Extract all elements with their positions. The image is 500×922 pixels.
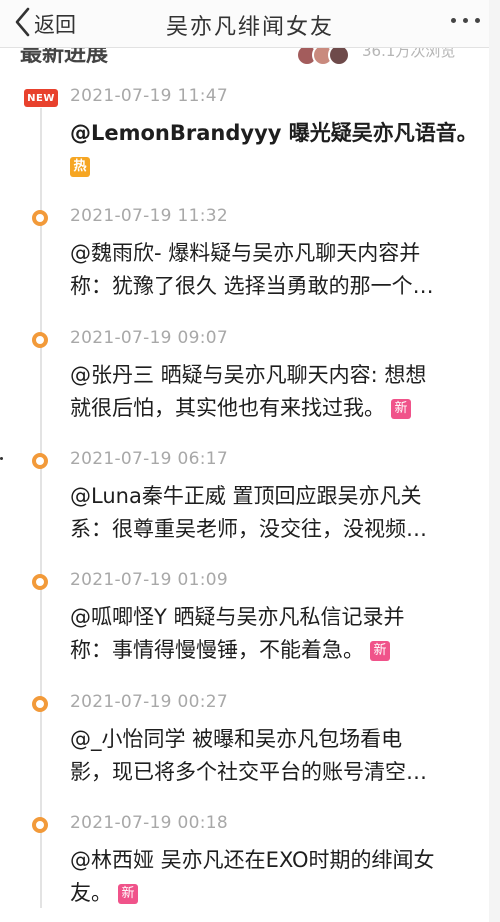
headline-text: @Luna秦牛正威 置顶回应跟吴亦凡关 [70,484,422,508]
avatar-group [296,48,350,66]
new-badge: NEW [24,89,58,107]
edge-mark [0,457,3,460]
new-tag: 新 [370,641,390,661]
item-headline[interactable]: @_小怡同学 被曝和吴亦凡包场看电 影，现已将多个社交平台的账号清空… [70,723,475,789]
more-options-icon[interactable] [451,18,480,23]
page-title: 吴亦凡绯闻女友 [165,15,334,40]
headline-text: 影，现已将多个社交平台的账号清空… [70,760,427,784]
item-headline[interactable]: @魏雨欣- 爆料疑与吴亦凡聊天内容并 称：犹豫了很久 选择当勇敢的那一个… [70,237,475,303]
new-tag: 新 [391,399,411,419]
item-timestamp: 2021-07-19 11:47 [70,86,228,106]
new-tag: 新 [118,884,138,904]
headline-text: @林西娅 吴亦凡还在EXO时期的绯闻女 [70,848,435,872]
headline-line: @林西娅 吴亦凡还在EXO时期的绯闻女 [70,844,475,877]
headline-line: 友。新 [70,877,475,910]
headline-text: 称：事情得慢慢锤，不能着急。 [70,638,364,662]
view-count: 36.1万次浏览 [362,48,456,60]
headline-text: @魏雨欣- 爆料疑与吴亦凡聊天内容并 [70,241,421,265]
timeline-dot-icon [32,696,48,712]
item-headline[interactable]: @呱唧怪Y 晒疑与吴亦凡私信记录并 称：事情得慢慢锤，不能着急。新 [70,601,475,667]
timeline-dot-icon [32,574,48,590]
headline-line: 影，现已将多个社交平台的账号清空… [70,756,475,789]
timeline-dot-icon [32,332,48,348]
headline-line: 就很后怕，其实他也有来找过我。新 [70,392,475,425]
headline-text: 称：犹豫了很久 选择当勇敢的那一个… [70,274,434,298]
headline-line: 称：犹豫了很久 选择当勇敢的那一个… [70,270,475,303]
headline-text: @_小怡同学 被曝和吴亦凡包场看电 [70,727,403,751]
item-timestamp: 2021-07-19 09:07 [70,328,228,348]
section-title: 最新进展 [20,48,109,67]
headline-line: 系：很尊重吴老师，没交往，没视频… [70,513,475,546]
headline-text: @LemonBrandyyy 曝光疑吴亦凡语音。 [70,121,475,145]
item-headline[interactable]: @Luna秦牛正威 置顶回应跟吴亦凡关 系：很尊重吴老师，没交往，没视频… [70,480,475,546]
item-headline[interactable]: @林西娅 吴亦凡还在EXO时期的绯闻女 友。新 [70,844,475,910]
headline-text: 系：很尊重吴老师，没交往，没视频… [70,517,427,541]
item-timestamp: 2021-07-19 00:18 [70,813,228,833]
hot-tag: 热 [70,157,90,177]
item-timestamp: 2021-07-19 06:17 [70,449,228,469]
headline-text: 就很后怕，其实他也有来找过我。 [70,396,385,420]
avatar [328,48,350,66]
tag-line: 热 [70,150,475,183]
section-header: 最新进展 36.1万次浏览 [0,48,500,68]
item-headline[interactable]: @LemonBrandyyy 曝光疑吴亦凡语音。热 [70,117,475,183]
page-edge [489,0,500,922]
headline-line: @魏雨欣- 爆料疑与吴亦凡聊天内容并 [70,237,475,270]
timeline-dot-icon [32,817,48,833]
headline-text: @呱唧怪Y 晒疑与吴亦凡私信记录并 [70,605,405,629]
item-timestamp: 2021-07-19 01:09 [70,570,228,590]
headline-line: @LemonBrandyyy 曝光疑吴亦凡语音。 [70,117,475,150]
timeline-line [40,108,42,908]
headline-line: @张丹三 晒疑与吴亦凡聊天内容: 想想 [70,359,475,392]
timeline-dot-icon [32,453,48,469]
item-timestamp: 2021-07-19 00:27 [70,692,228,712]
item-timestamp: 2021-07-19 11:32 [70,206,228,226]
item-headline[interactable]: @张丹三 晒疑与吴亦凡聊天内容: 想想 就很后怕，其实他也有来找过我。新 [70,359,475,425]
top-nav-bar: 返回 吴亦凡绯闻女友 [0,0,500,48]
timeline-dot-icon [32,210,48,226]
headline-line: @呱唧怪Y 晒疑与吴亦凡私信记录并 [70,601,475,634]
headline-line: 称：事情得慢慢锤，不能着急。新 [70,634,475,667]
headline-text: @张丹三 晒疑与吴亦凡聊天内容: 想想 [70,363,427,387]
headline-line: @Luna秦牛正威 置顶回应跟吴亦凡关 [70,480,475,513]
headline-text: 友。 [70,881,112,905]
headline-line: @_小怡同学 被曝和吴亦凡包场看电 [70,723,475,756]
